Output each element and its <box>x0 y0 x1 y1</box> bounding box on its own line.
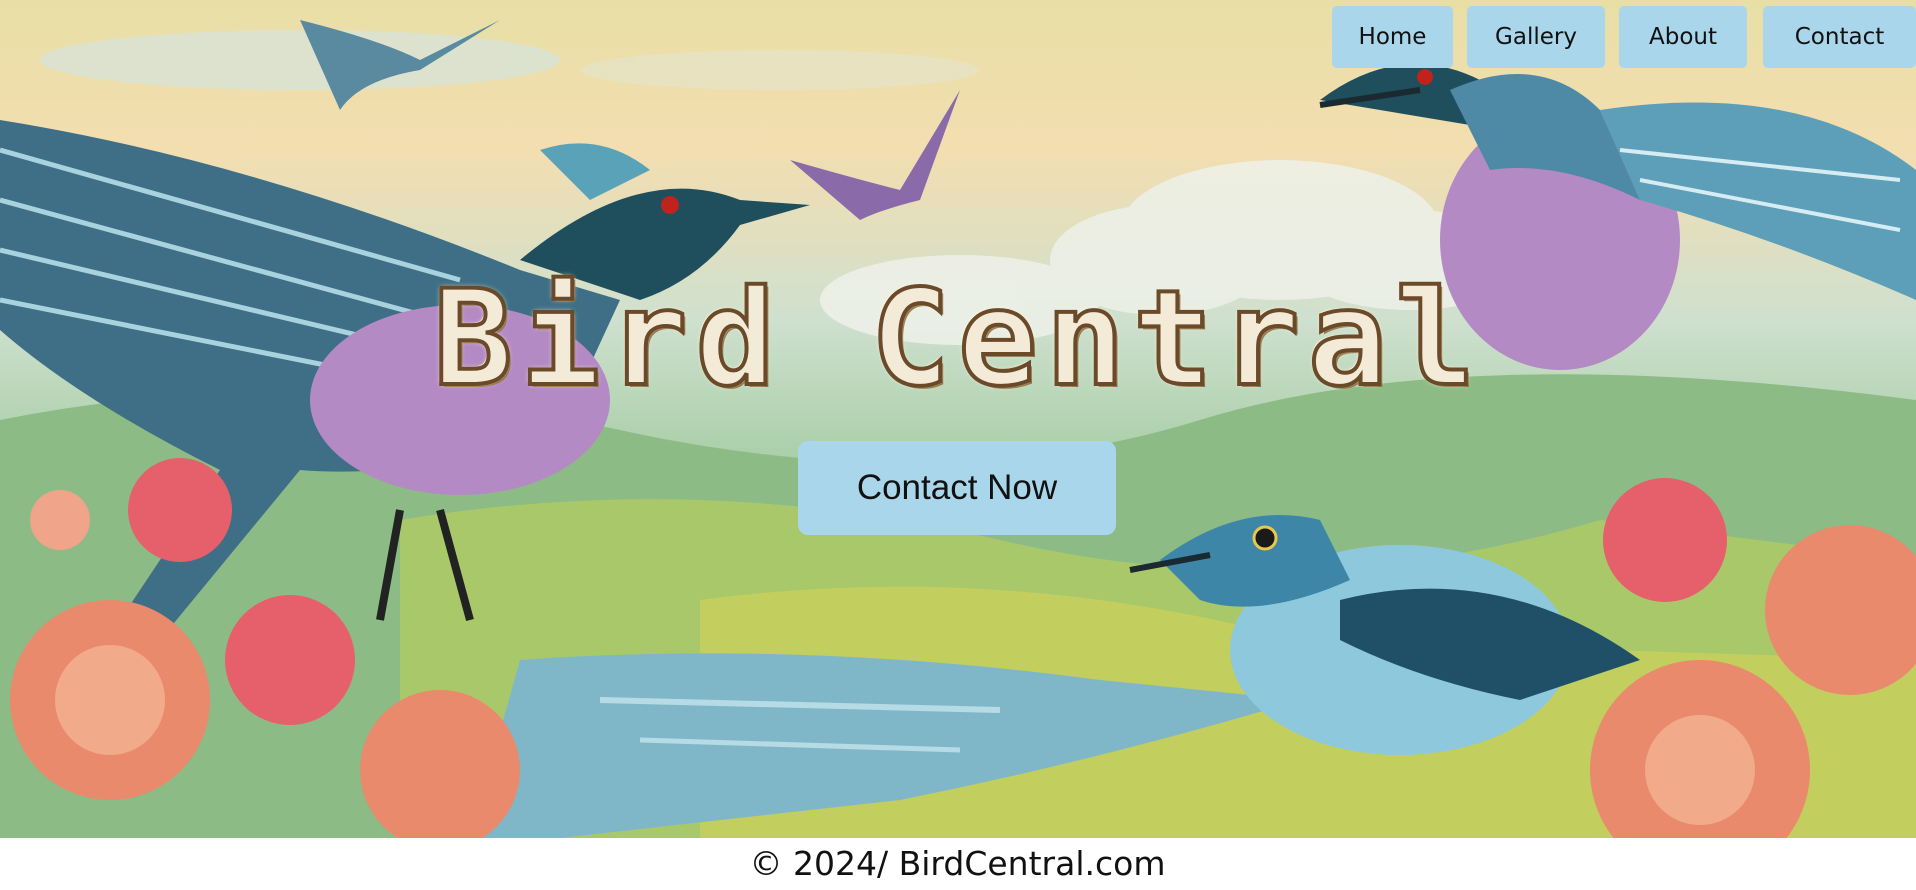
small-bird-illustration <box>790 90 960 220</box>
nav-gallery[interactable]: Gallery <box>1467 6 1605 68</box>
nav-home[interactable]: Home <box>1332 6 1453 68</box>
hero-background-illustration <box>0 20 1916 838</box>
footer: © 2024/ BirdCentral.com <box>0 838 1916 887</box>
footer-copyright: © 2024/ BirdCentral.com <box>749 844 1166 883</box>
nav-about[interactable]: About <box>1619 6 1747 68</box>
site-title: Bird Central <box>431 260 1483 418</box>
contact-now-button[interactable]: Contact Now <box>798 441 1116 535</box>
nav-contact[interactable]: Contact <box>1763 6 1916 68</box>
hero-section: Bird Central Contact Now Home Gallery Ab… <box>0 0 1916 838</box>
